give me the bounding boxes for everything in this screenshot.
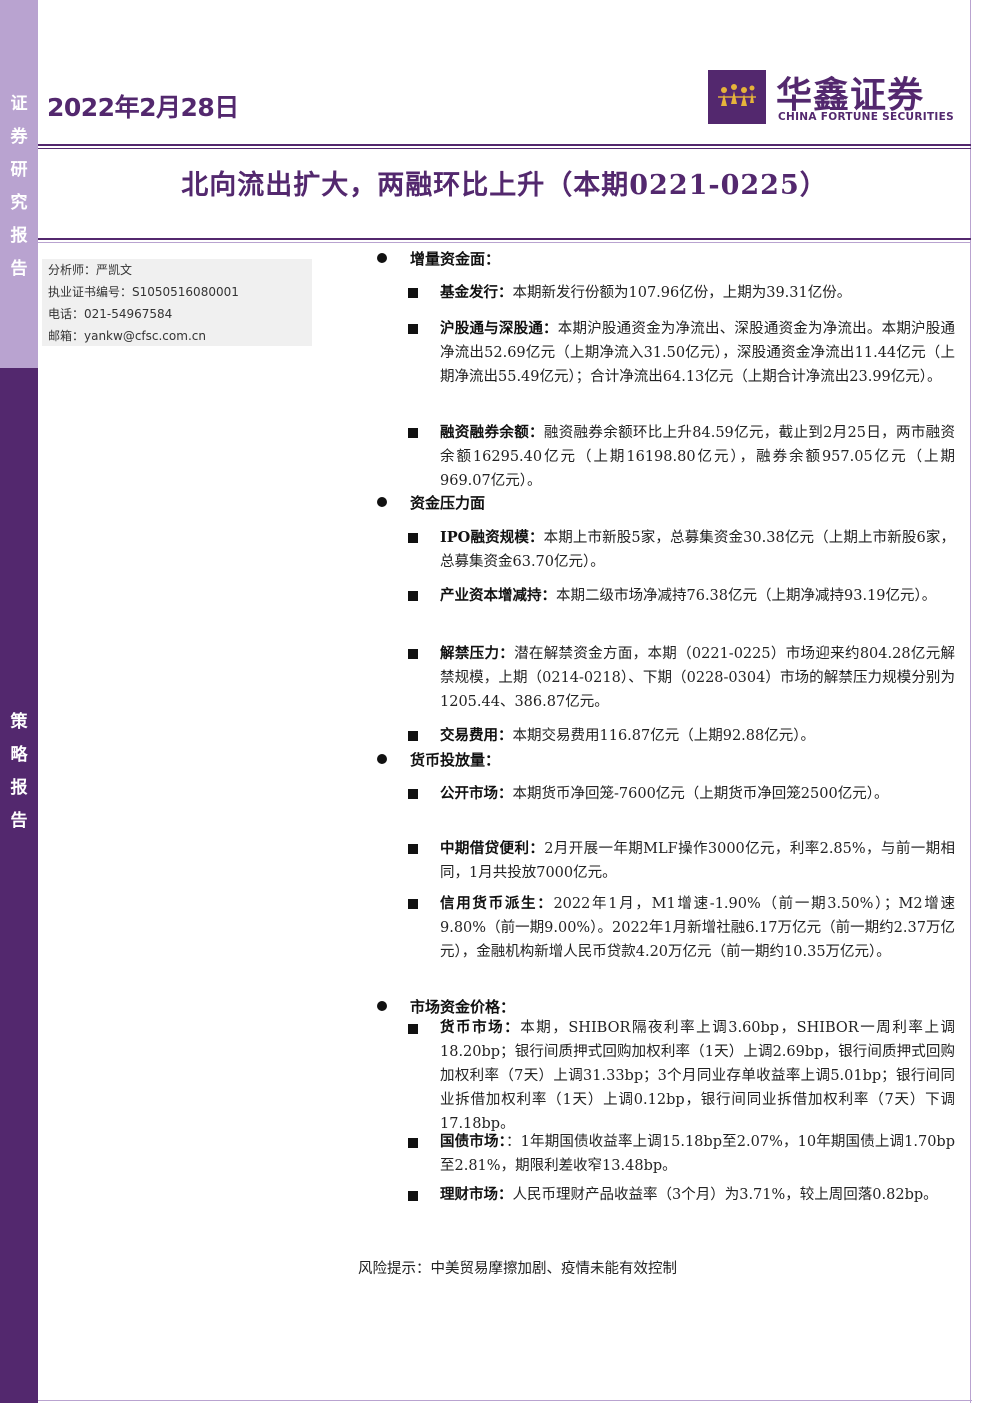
section-bullet-icon xyxy=(375,250,389,264)
item-bullet-icon xyxy=(408,789,418,799)
item-label: 沪股通与深股通： xyxy=(440,320,558,337)
item-bullet-icon xyxy=(408,1191,418,1201)
item-text: 本期货币净回笼-7600亿元（上期货币净回笼2500亿元）。 xyxy=(512,786,889,802)
sidebar-char: 究 xyxy=(10,193,28,213)
item-bullet-icon xyxy=(408,844,418,854)
analyst-info-box: 分析师：严凯文 执业证书编号：S1050516080001 电话：021-549… xyxy=(42,259,312,346)
frame-right-border xyxy=(970,0,971,1403)
header-rule-top xyxy=(38,144,971,146)
sidebar-bottom-band xyxy=(0,368,38,1403)
summary-item: 融资融券余额：融资融券余额环比上升84.59亿元，截止到2月25日，两市融资余额… xyxy=(440,421,955,493)
sidebar-char: 研 xyxy=(10,160,28,180)
item-label: 理财市场： xyxy=(440,1186,513,1203)
summary-item: 理财市场：人民币理财产品收益率（3个月）为3.71%，较上周回落0.82bp。 xyxy=(440,1183,955,1207)
item-bullet-icon xyxy=(408,649,418,659)
analyst-email: 邮箱：yankw@cfsc.com.cn xyxy=(48,329,206,343)
title-rule-bottom xyxy=(38,242,971,243)
summary-item: 货币市场：本期，SHIBOR隔夜利率上调3.60bp，SHIBOR一周利率上调1… xyxy=(440,1016,955,1136)
summary-item: 信用货币派生：2022年1月，M1增速-1.90%（前一期3.50%）；M2增速… xyxy=(440,892,955,964)
item-label: 公开市场： xyxy=(440,785,513,802)
item-bullet-icon xyxy=(408,324,418,334)
item-label: 国债市场： xyxy=(440,1133,507,1150)
summary-item: 交易费用：本期交易费用116.87亿元（上期92.88亿元）。 xyxy=(440,724,955,748)
section-heading: 增量资金面： xyxy=(410,250,501,268)
sidebar-char: 证 xyxy=(10,94,28,114)
item-label: 产业资本增减持： xyxy=(440,587,556,604)
header-rule-bottom xyxy=(38,148,971,149)
item-label: 货币市场： xyxy=(440,1019,521,1036)
sidebar-char: 略 xyxy=(10,745,28,765)
sidebar-char: 告 xyxy=(10,259,28,279)
item-text: 本期新发行份额为107.96亿份，上期为39.31亿份。 xyxy=(512,285,852,301)
section-bullet-icon xyxy=(375,494,389,508)
sidebar-report-type-label: 证 券 研 究 报 告 xyxy=(0,88,38,286)
item-bullet-icon xyxy=(408,533,418,543)
item-bullet-icon xyxy=(408,591,418,601)
summary-item: 公开市场：本期货币净回笼-7600亿元（上期货币净回笼2500亿元）。 xyxy=(440,782,955,806)
item-text: 本期二级市场净减持76.38亿元（上期净减持93.19亿元）。 xyxy=(556,588,937,604)
item-text: ：1年期国债收益率上调15.18bp至2.07%，10年期国债上调1.70bp至… xyxy=(440,1134,955,1174)
item-text: 本期，SHIBOR隔夜利率上调3.60bp，SHIBOR一周利率上调18.20b… xyxy=(440,1020,955,1132)
title-rule-top xyxy=(38,238,971,240)
analyst-cert: 执业证书编号：S1050516080001 xyxy=(48,285,239,299)
company-name-en: CHINA FORTUNE SECURITIES xyxy=(778,111,954,123)
item-bullet-icon xyxy=(408,288,418,298)
summary-item: 产业资本增减持：本期二级市场净减持76.38亿元（上期净减持93.19亿元）。 xyxy=(440,584,955,608)
item-bullet-icon xyxy=(408,1024,418,1034)
item-text: 本期交易费用116.87亿元（上期92.88亿元）。 xyxy=(512,728,816,744)
report-title: 北向流出扩大，两融环比上升（本期0221-0225） xyxy=(181,170,828,201)
item-text: 潜在解禁资金方面，本期（0221-0225）市场迎来约804.28亿元解禁规模，… xyxy=(440,646,956,710)
item-label: 中期借贷便利： xyxy=(440,840,545,857)
item-bullet-icon xyxy=(408,428,418,438)
summary-item: 国债市场：：1年期国债收益率上调15.18bp至2.07%，10年期国债上调1.… xyxy=(440,1130,955,1178)
sidebar-char: 券 xyxy=(10,127,28,147)
sidebar-char: 报 xyxy=(10,778,28,798)
sidebar-char: 告 xyxy=(10,811,28,831)
section-bullet-icon xyxy=(375,751,389,765)
analyst-name: 分析师：严凯文 xyxy=(48,263,133,277)
item-text: 人民币理财产品收益率（3个月）为3.71%，较上周回落0.82bp。 xyxy=(512,1187,938,1203)
item-label: 基金发行： xyxy=(440,284,513,301)
item-label: IPO融资规模： xyxy=(440,529,544,546)
summary-item: 沪股通与深股通：本期沪股通资金为净流出、深股通资金为净流出。本期沪股通净流出52… xyxy=(440,317,955,389)
analyst-phone: 电话：021-54967584 xyxy=(48,307,173,321)
summary-item: 基金发行：本期新发行份额为107.96亿份，上期为39.31亿份。 xyxy=(440,281,955,305)
item-bullet-icon xyxy=(408,1138,418,1148)
frame-bottom-border xyxy=(38,1400,972,1401)
sidebar-char: 报 xyxy=(10,226,28,246)
section-bullet-icon xyxy=(375,998,389,1012)
item-label: 信用货币派生： xyxy=(440,895,554,912)
report-date: 2022年2月28日 xyxy=(47,93,239,122)
section-heading: 资金压力面 xyxy=(410,494,486,512)
item-label: 融资融券余额： xyxy=(440,424,544,441)
summary-item: 中期借贷便利：2月开展一年期MLF操作3000亿元，利率2.85%，与前一期相同… xyxy=(440,837,955,885)
section-heading: 市场资金价格： xyxy=(410,998,516,1016)
risk-warning: 风险提示：中美贸易摩擦加剧、疫情未能有效控制 xyxy=(358,1261,677,1277)
section-heading: 货币投放量： xyxy=(410,751,501,769)
summary-item: IPO融资规模：本期上市新股5家，总募集资金30.38亿元（上期上市新股6家，总… xyxy=(440,526,955,574)
left-sidebar: 证 券 研 究 报 告 策 略 报 告 xyxy=(0,0,38,1403)
summary-item: 解禁压力：潜在解禁资金方面，本期（0221-0225）市场迎来约804.28亿元… xyxy=(440,642,955,714)
item-label: 交易费用： xyxy=(440,727,513,744)
item-bullet-icon xyxy=(408,731,418,741)
sidebar-char: 策 xyxy=(10,712,28,732)
item-bullet-icon xyxy=(408,899,418,909)
item-label: 解禁压力： xyxy=(440,645,515,662)
company-logo-icon xyxy=(708,70,766,124)
sidebar-category-label: 策 略 报 告 xyxy=(0,706,38,838)
